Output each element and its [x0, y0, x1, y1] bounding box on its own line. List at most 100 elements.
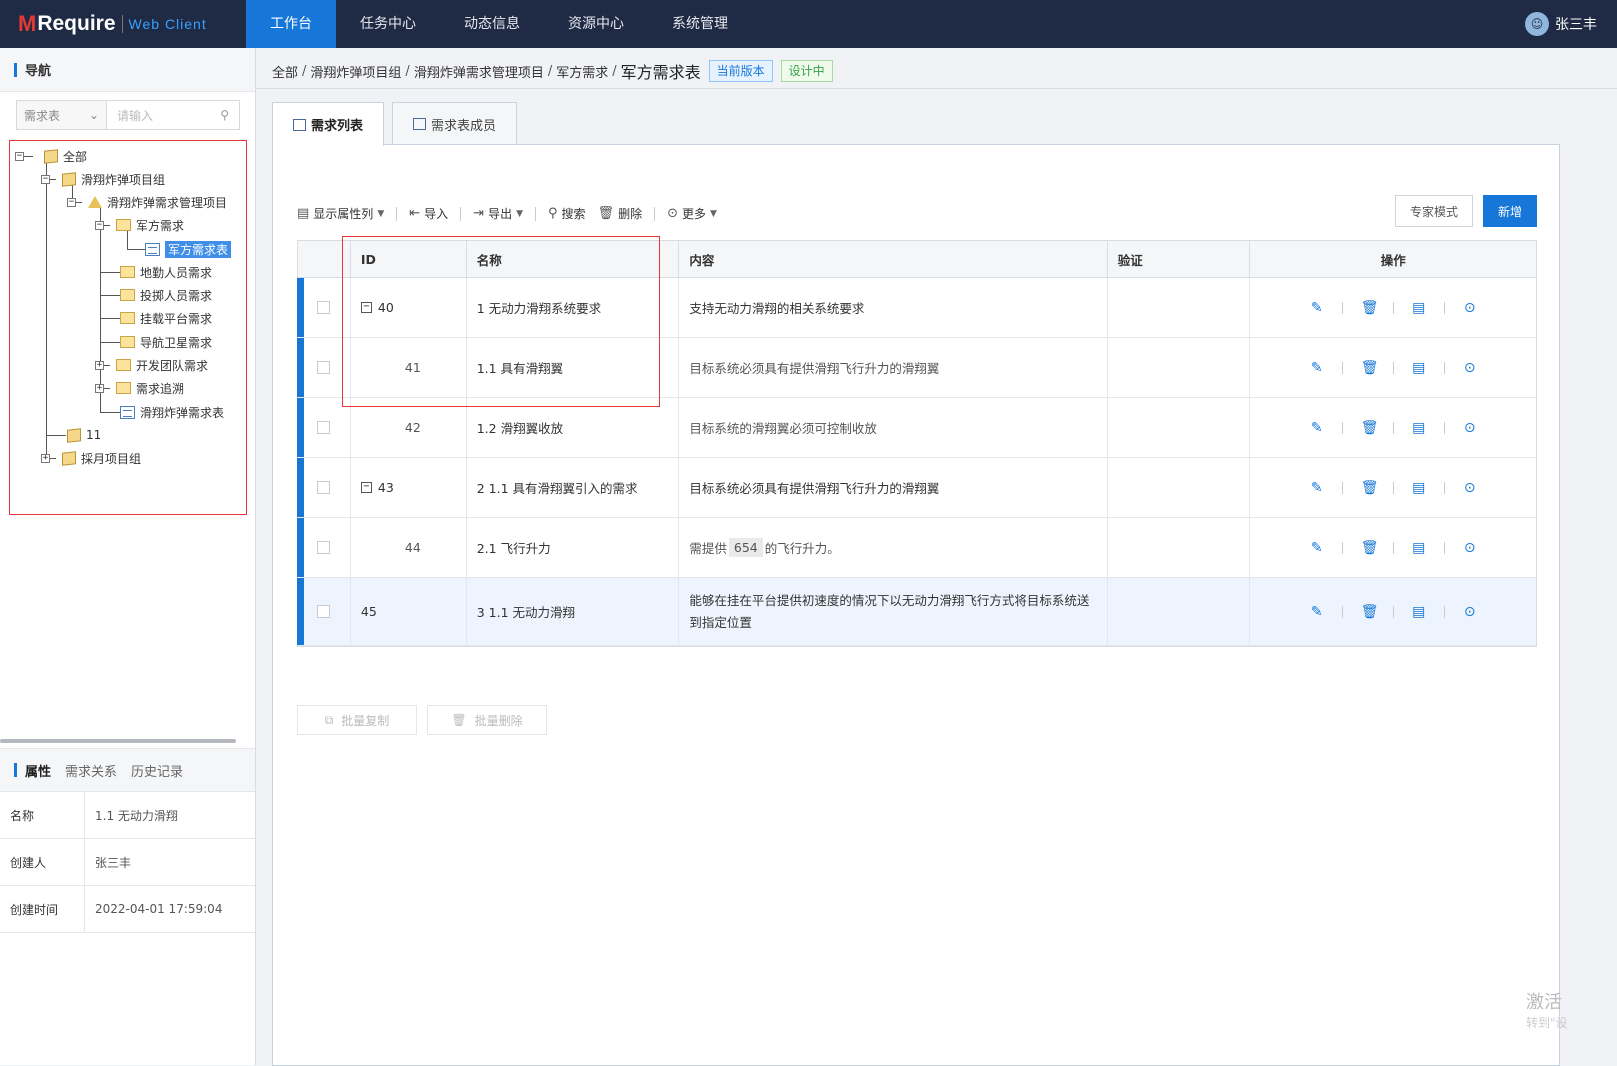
batch-delete-button[interactable]: 🗑 批量删除	[427, 705, 547, 735]
table-row[interactable]: 45 3 1.1 无动力滑翔 能够在挂在平台提供初速度的情况下以无动力滑翔飞行方…	[297, 578, 1536, 646]
row-checkbox[interactable]	[317, 361, 331, 374]
collapse-icon[interactable]: −	[67, 197, 76, 207]
row-content[interactable]: 需提供 654 的飞行升力。	[679, 518, 1108, 577]
tab-properties[interactable]: 属性	[25, 761, 51, 780]
row-verify[interactable]	[1108, 398, 1251, 457]
export-button[interactable]: ⇥ 导出 ▼	[473, 205, 523, 222]
collapse-icon[interactable]: −	[95, 220, 104, 230]
header-name[interactable]: 名称	[467, 241, 680, 277]
breadcrumb-item[interactable]: 滑翔炸弹项目组	[310, 62, 401, 81]
row-name[interactable]: 1.1 具有滑翔翼	[477, 358, 563, 377]
row-content[interactable]: 能够在挂在平台提供初速度的情况下以无动力滑翔飞行方式将目标系统送到指定位置	[689, 590, 1098, 634]
row-name[interactable]: 2 1.1 具有滑翔翼引入的需求	[477, 478, 638, 497]
tab-relations[interactable]: 需求关系	[65, 761, 117, 780]
row-checkbox[interactable]	[317, 301, 331, 314]
expand-icon[interactable]: +	[95, 383, 104, 393]
row-content[interactable]: 目标系统必须具有提供滑翔飞行升力的滑翔翼	[689, 358, 939, 377]
collapse-icon[interactable]: −	[15, 151, 24, 161]
tree-node-selected-table[interactable]: 军方需求表	[145, 239, 232, 259]
trash-icon[interactable]: 🗑	[1361, 360, 1379, 376]
edit-icon[interactable]: ✎	[1310, 480, 1324, 496]
search-button[interactable]: ⚲ 搜索	[548, 205, 586, 222]
tab-members[interactable]: 需求表成员	[392, 102, 518, 145]
app-logo[interactable]: M Require Web Client	[18, 10, 207, 38]
collapse-icon[interactable]: −	[360, 302, 372, 313]
tree-node-folder[interactable]: + 开发团队需求	[95, 355, 208, 375]
parameter-value[interactable]: 654	[728, 538, 763, 557]
delete-button[interactable]: 🗑 删除	[598, 205, 643, 222]
more-icon[interactable]: ⊙	[1463, 360, 1477, 376]
version-badge[interactable]: 当前版本	[708, 60, 773, 82]
tree-node-folder[interactable]: 导航卫星需求	[120, 332, 212, 352]
row-name[interactable]: 1.2 滑翔翼收放	[477, 418, 563, 437]
tree-node-table[interactable]: 滑翔炸弹需求表	[120, 402, 224, 422]
document-icon[interactable]: ▤	[1412, 540, 1426, 556]
trash-icon[interactable]: 🗑	[1361, 420, 1379, 436]
nav-workbench[interactable]: 工作台	[246, 0, 336, 48]
tree-node-root[interactable]: − 全部	[15, 146, 87, 166]
nav-resources[interactable]: 资源中心	[544, 0, 648, 48]
header-verify[interactable]: 验证	[1108, 241, 1251, 277]
import-button[interactable]: ⇤ 导入	[409, 205, 448, 222]
expand-icon[interactable]: +	[41, 453, 50, 463]
row-content[interactable]: 目标系统的滑翔翼必须可控制收放	[689, 418, 877, 437]
row-content[interactable]: 支持无动力滑翔的相关系统要求	[689, 298, 864, 317]
more-icon[interactable]: ⊙	[1463, 480, 1477, 496]
breadcrumb-item[interactable]: 滑翔炸弹需求管理项目	[414, 62, 544, 81]
tree-node-group[interactable]: − 滑翔炸弹项目组	[41, 169, 165, 189]
document-icon[interactable]: ▤	[1412, 480, 1426, 496]
more-icon[interactable]: ⊙	[1463, 540, 1477, 556]
tab-history[interactable]: 历史记录	[131, 761, 183, 780]
table-row[interactable]: −40 1 无动力滑翔系统要求 支持无动力滑翔的相关系统要求 ✎ 🗑 ▤ ⊙	[297, 278, 1536, 338]
tab-requirement-list[interactable]: 需求列表	[272, 102, 385, 146]
row-checkbox[interactable]	[317, 541, 331, 554]
edit-icon[interactable]: ✎	[1310, 360, 1324, 376]
nav-system[interactable]: 系统管理	[648, 0, 752, 48]
edit-icon[interactable]: ✎	[1310, 604, 1324, 620]
nav-task-center[interactable]: 任务中心	[336, 0, 440, 48]
row-checkbox[interactable]	[317, 481, 331, 494]
table-row[interactable]: 41 1.1 具有滑翔翼 目标系统必须具有提供滑翔飞行升力的滑翔翼 ✎ 🗑 ▤ ⊙	[297, 338, 1536, 398]
expert-mode-button[interactable]: 专家模式	[1395, 195, 1473, 227]
tree-node-group[interactable]: 11	[67, 425, 101, 445]
nav-activity[interactable]: 动态信息	[440, 0, 544, 48]
breadcrumb-item[interactable]: 军方需求	[556, 62, 608, 81]
table-row[interactable]: −43 2 1.1 具有滑翔翼引入的需求 目标系统必须具有提供滑翔飞行升力的滑翔…	[297, 458, 1536, 518]
batch-copy-button[interactable]: ⧉ 批量复制	[297, 705, 417, 735]
table-row[interactable]: 44 2.1 飞行升力 需提供 654 的飞行升力。 ✎ 🗑 ▤ ⊙	[297, 518, 1536, 578]
document-icon[interactable]: ▤	[1412, 420, 1426, 436]
row-verify[interactable]	[1108, 278, 1251, 337]
more-icon[interactable]: ⊙	[1463, 300, 1477, 316]
breadcrumb-item[interactable]: 全部	[272, 62, 298, 81]
trash-icon[interactable]: 🗑	[1361, 480, 1379, 496]
document-icon[interactable]: ▤	[1412, 360, 1426, 376]
trash-icon[interactable]: 🗑	[1361, 604, 1379, 620]
collapse-icon[interactable]: −	[41, 174, 50, 184]
tree-node-folder[interactable]: + 需求追溯	[95, 378, 184, 398]
row-checkbox[interactable]	[317, 605, 331, 618]
header-content[interactable]: 内容	[679, 241, 1108, 277]
row-verify[interactable]	[1108, 518, 1251, 577]
search-input[interactable]: 请输入 ⚲	[106, 100, 240, 130]
search-icon[interactable]: ⚲	[220, 108, 229, 122]
table-row[interactable]: 42 1.2 滑翔翼收放 目标系统的滑翔翼必须可控制收放 ✎ 🗑 ▤ ⊙	[297, 398, 1536, 458]
row-name[interactable]: 2.1 飞行升力	[477, 538, 551, 557]
user-menu[interactable]: ☺ 张三丰	[1525, 12, 1597, 36]
add-button[interactable]: 新增	[1483, 195, 1537, 227]
document-icon[interactable]: ▤	[1412, 604, 1426, 620]
row-verify[interactable]	[1108, 578, 1251, 645]
more-icon[interactable]: ⊙	[1463, 420, 1477, 436]
edit-icon[interactable]: ✎	[1310, 300, 1324, 316]
tree-node-folder[interactable]: 地勤人员需求	[120, 262, 212, 282]
row-name[interactable]: 3 1.1 无动力滑翔	[477, 602, 575, 621]
row-verify[interactable]	[1108, 458, 1251, 517]
tree-node-group[interactable]: + 採月项目组	[41, 448, 141, 468]
show-columns-button[interactable]: ▤ 显示属性列 ▼	[297, 205, 384, 222]
tree-node-folder[interactable]: 投掷人员需求	[120, 285, 212, 305]
row-verify[interactable]	[1108, 338, 1251, 397]
header-id[interactable]: ID	[351, 241, 467, 277]
type-select[interactable]: 需求表 ⌄	[16, 100, 106, 130]
tree-node-project[interactable]: − 滑翔炸弹需求管理项目	[67, 192, 227, 212]
row-content[interactable]: 目标系统必须具有提供滑翔飞行升力的滑翔翼	[689, 478, 939, 497]
row-name[interactable]: 1 无动力滑翔系统要求	[477, 298, 601, 317]
